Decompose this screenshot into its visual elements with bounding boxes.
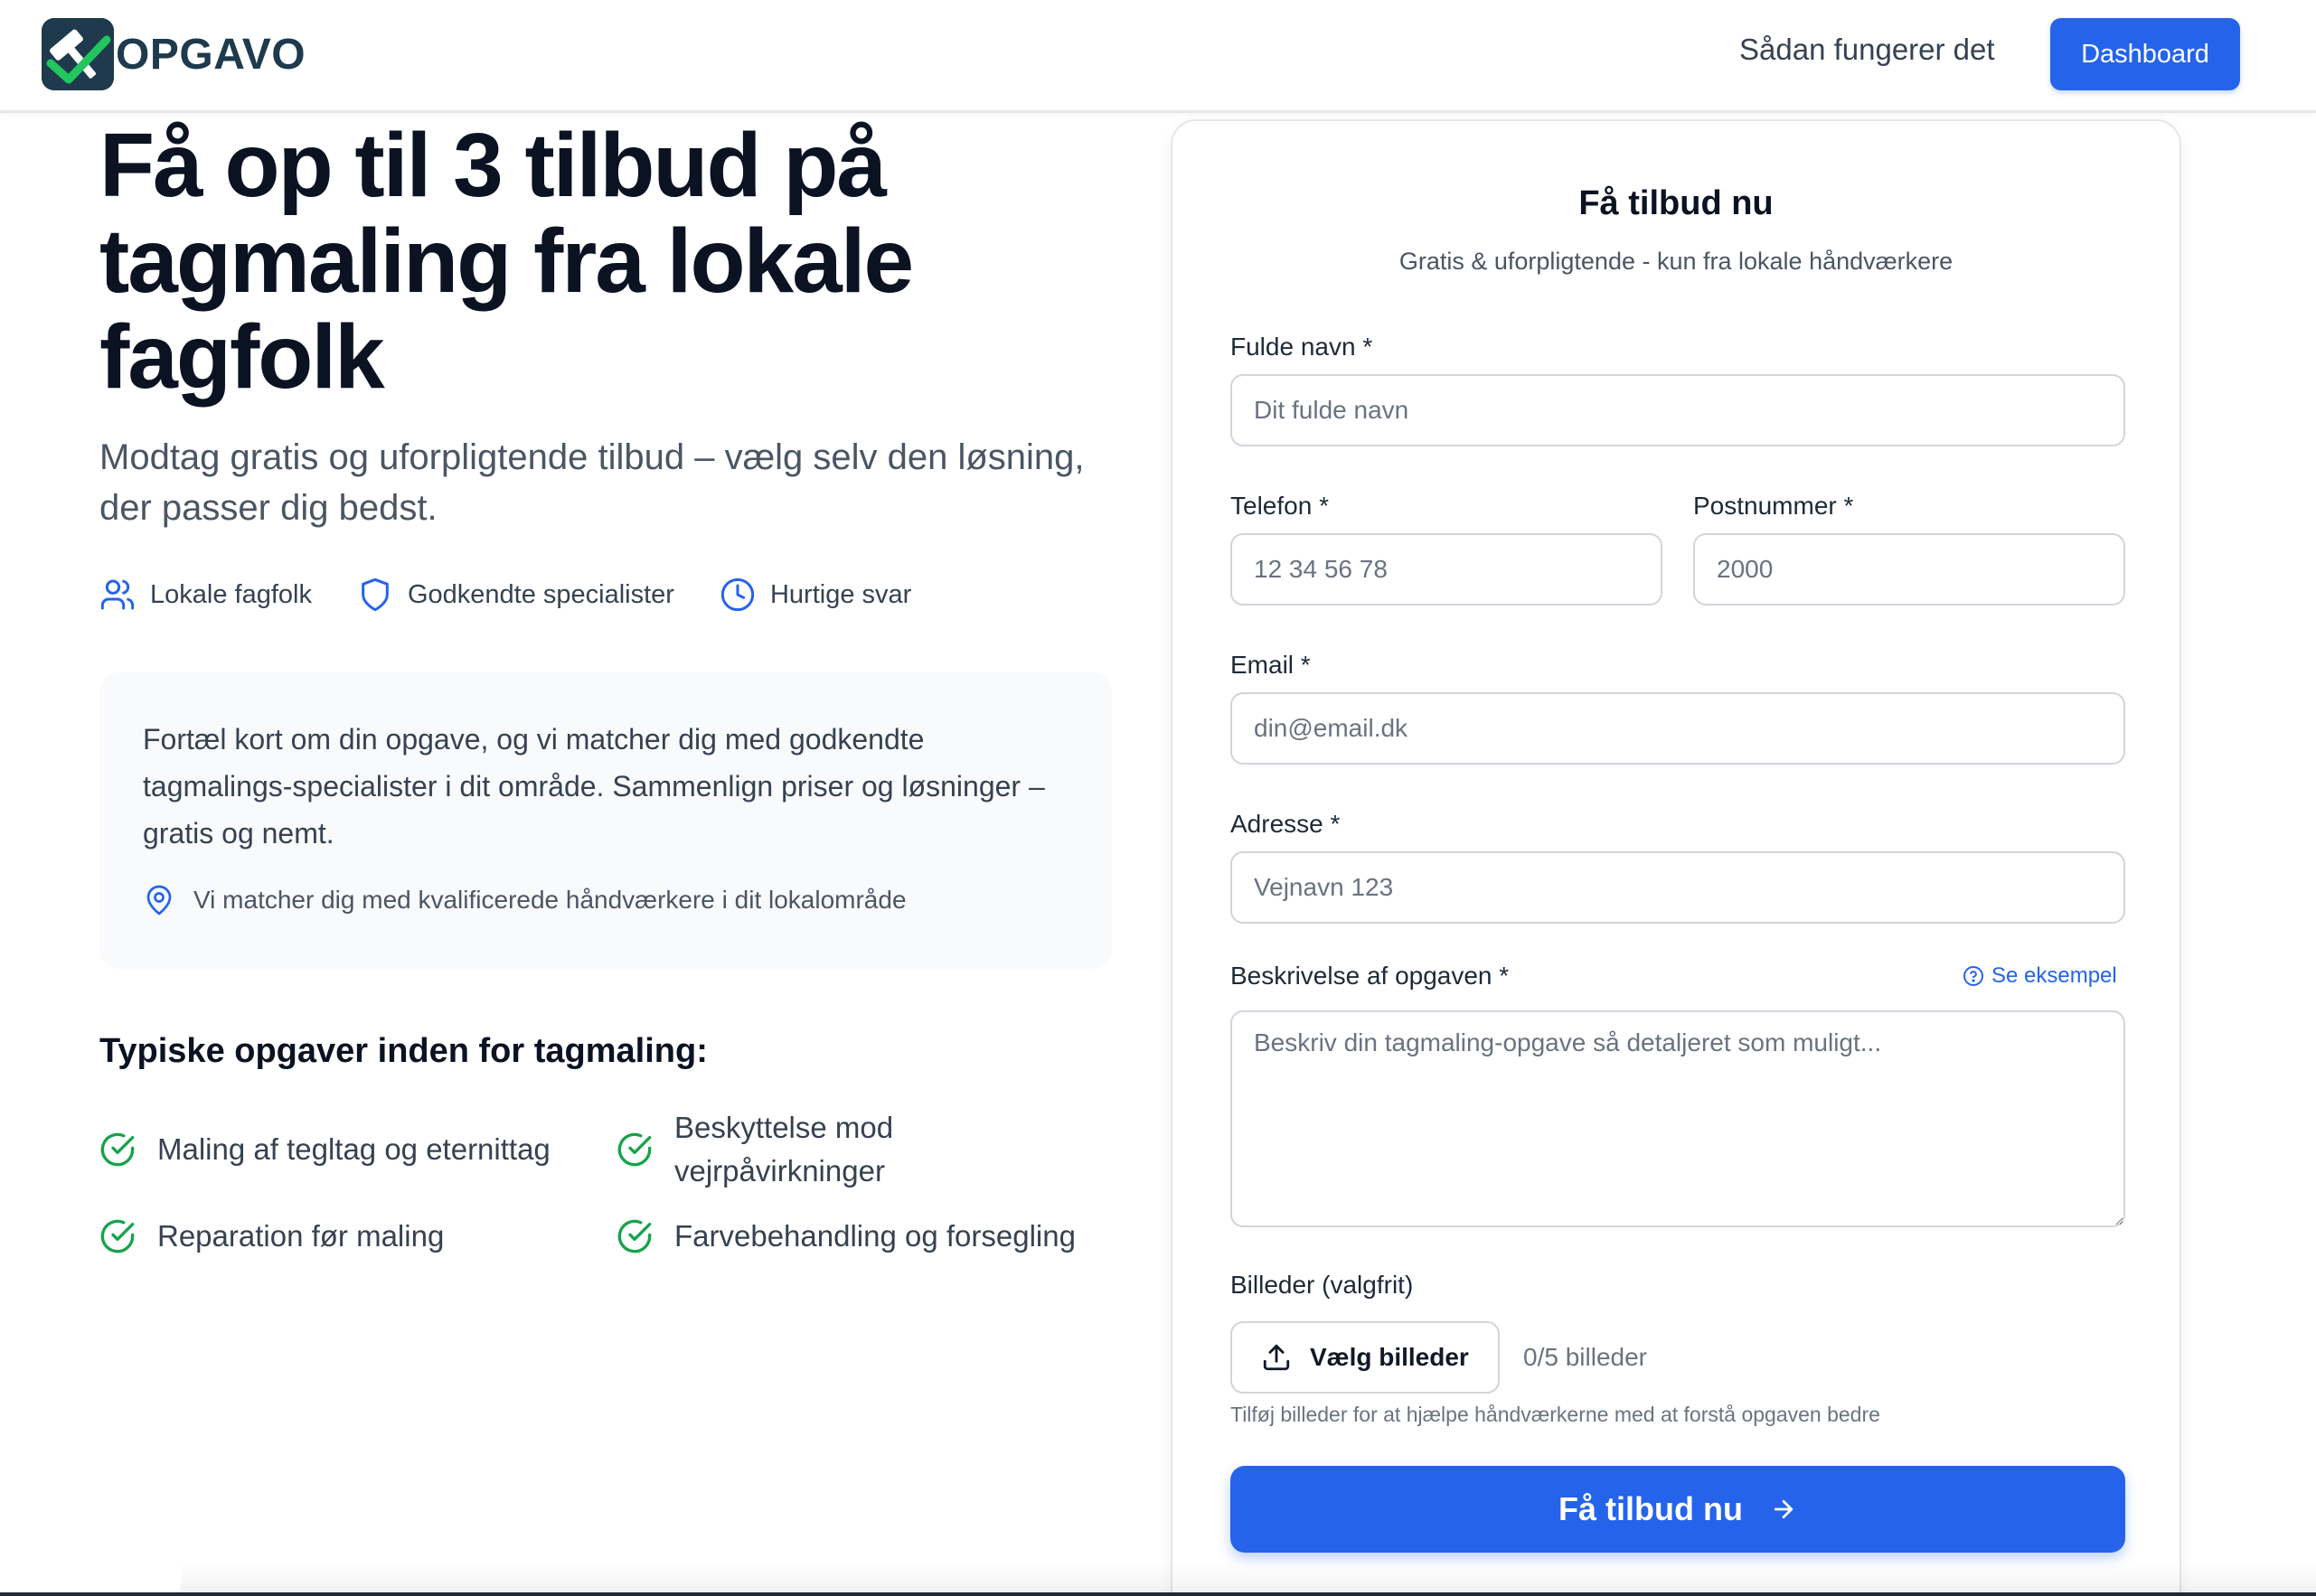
logo-hammer-check-icon	[42, 18, 114, 90]
clock-icon	[720, 577, 755, 612]
name-label: Fulde navn *	[1230, 333, 1373, 361]
choose-images-label: Vælg billeder	[1310, 1343, 1469, 1371]
window-bottom-edge	[0, 1592, 2316, 1596]
see-example-link[interactable]: Se eksempel	[1963, 963, 2117, 989]
form-subtitle: Gratis & uforpligtende - kun fra lokale …	[1398, 248, 1954, 275]
footer-shadow	[181, 1563, 2316, 1596]
feature-local-professionals: Lokale fagfolk	[99, 577, 312, 613]
address-input[interactable]	[1230, 851, 2125, 924]
info-box: Fortæl kort om din opgave, og vi matcher…	[99, 672, 1112, 969]
check-circle-icon	[100, 1219, 135, 1253]
feature-quick-answers: Hurtige svar	[720, 577, 911, 613]
feature-label: Godkendte specialister	[407, 579, 674, 609]
email-input[interactable]	[1230, 692, 2125, 765]
task-label: Beskyttelse mod vejrpåvirkninger	[674, 1111, 894, 1188]
zip-label: Postnummer *	[1693, 492, 1854, 520]
check-circle-icon	[100, 1132, 135, 1167]
feature-approved-specialists: Godkendte specialister	[357, 577, 674, 613]
form-title: Få tilbud nu	[1578, 184, 1774, 222]
page-subtitle: Modtag gratis og uforpligtende tilbud – …	[99, 437, 1085, 528]
tasks-heading: Typiske opgaver inden for tagmaling:	[99, 1032, 708, 1070]
phone-label: Telefon *	[1230, 492, 1329, 520]
address-label: Adresse *	[1230, 810, 1341, 838]
zip-input[interactable]	[1693, 533, 2125, 606]
see-example-text: Se eksempel	[1991, 963, 2117, 988]
feature-list: Lokale fagfolk Godkendte specialister Hu…	[99, 577, 956, 613]
help-circle-icon	[1963, 966, 1983, 986]
submit-label: Få tilbud nu	[1558, 1490, 1743, 1527]
task-item: Farvebehandling og forsegling	[617, 1215, 1123, 1258]
image-count: 0/5 billeder	[1523, 1343, 1647, 1371]
top-navbar: OPGAVO Sådan fungerer det Dashboard	[0, 0, 2316, 113]
check-circle-icon	[617, 1219, 652, 1253]
email-label: Email *	[1230, 651, 1311, 679]
description-label: Beskrivelse af opgaven *	[1230, 962, 1510, 990]
location-note-text: Vi matcher dig med kvalificerede håndvær…	[193, 886, 907, 914]
task-item: Maling af tegltag og eternittag	[99, 1128, 606, 1171]
quote-form-card: Få tilbud nu Gratis & uforpligtende - ku…	[1171, 119, 2181, 1596]
task-label: Farvebehandling og forsegling	[674, 1219, 1076, 1253]
how-it-works-link[interactable]: Sådan fungerer det	[1739, 33, 1995, 67]
info-text: Fortæl kort om din opgave, og vi matcher…	[143, 723, 1045, 850]
upload-icon	[1263, 1344, 1290, 1371]
page-title: Få op til 3 tilbud på tagmaling fra loka…	[99, 115, 914, 408]
full-name-input[interactable]	[1230, 374, 2125, 446]
brand-logo[interactable]: OPGAVO	[42, 18, 306, 90]
submit-button[interactable]: Få tilbud nu	[1230, 1466, 2125, 1553]
choose-images-button[interactable]: Vælg billeder	[1230, 1321, 1500, 1394]
map-pin-icon	[146, 885, 172, 915]
description-textarea[interactable]	[1230, 1010, 2125, 1227]
phone-input[interactable]	[1230, 533, 1662, 606]
task-label: Reparation før maling	[157, 1219, 445, 1253]
task-label: Maling af tegltag og eternittag	[157, 1132, 551, 1166]
task-item: Reparation før maling	[99, 1215, 606, 1258]
arrow-right-icon	[1774, 1499, 1793, 1519]
location-note: Vi matcher dig med kvalificerede håndvær…	[143, 882, 1069, 918]
task-item: Beskyttelse mod vejrpåvirkninger	[617, 1106, 996, 1193]
shield-icon	[362, 577, 389, 612]
brand-name: OPGAVO	[116, 30, 306, 79]
dashboard-button[interactable]: Dashboard	[2050, 18, 2240, 90]
images-help-text: Tilføj billeder for at hjælpe håndværker…	[1230, 1403, 1880, 1426]
users-icon	[100, 579, 135, 610]
check-circle-icon	[617, 1132, 652, 1167]
feature-label: Hurtige svar	[769, 579, 912, 609]
feature-label: Lokale fagfolk	[150, 579, 312, 609]
images-label: Billeder (valgfrit)	[1230, 1271, 1414, 1299]
